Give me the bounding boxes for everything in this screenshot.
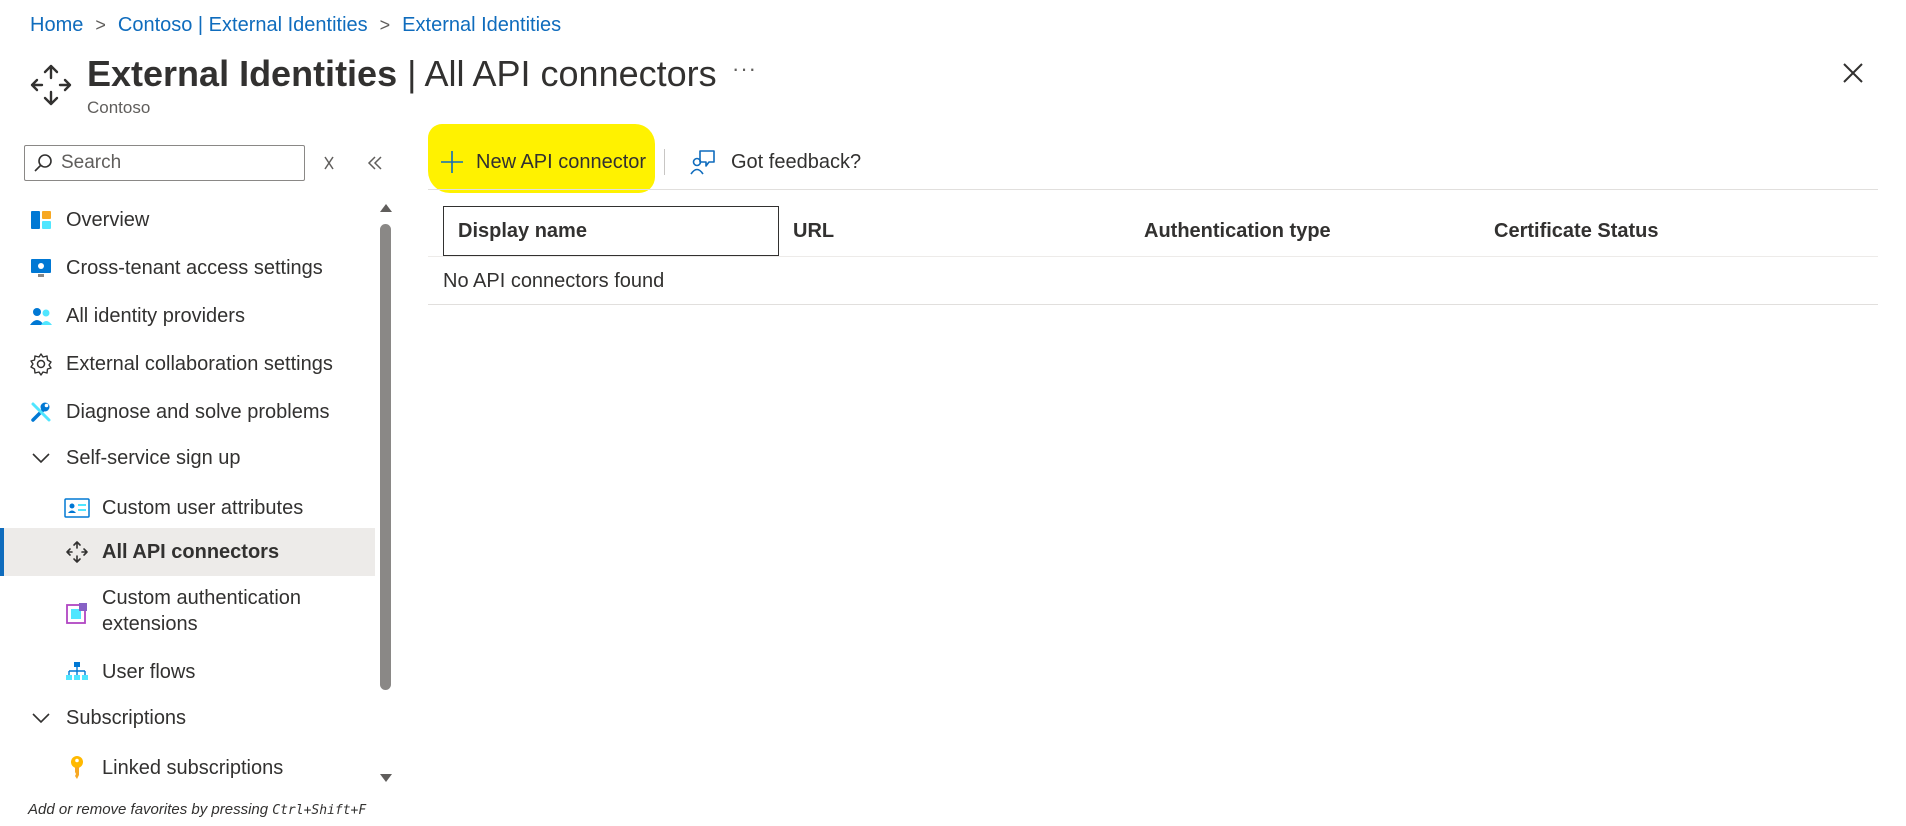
sidebar-item-label: Self-service sign up [66, 446, 241, 469]
overview-icon [28, 207, 54, 233]
sidebar-item-label: Subscriptions [66, 706, 187, 729]
sidebar-item-external-collaboration-settings[interactable]: External collaboration settings [0, 344, 375, 384]
breadcrumb: Home > Contoso | External Identities > E… [30, 10, 561, 40]
sidebar-group-subscriptions[interactable]: Subscriptions [0, 698, 375, 738]
favorites-hint-text: Add or remove favorites by pressing [28, 801, 273, 818]
sidebar-item-label: All identity providers [66, 304, 245, 327]
chevron-down-icon [28, 705, 54, 731]
extension-icon [64, 600, 90, 626]
plus-icon [441, 151, 463, 173]
feedback-icon [690, 150, 715, 175]
toolbar-divider [664, 149, 665, 175]
page-title-rest: | All API connectors [397, 53, 717, 94]
sidebar-item-label: Diagnose and solve problems [66, 400, 330, 423]
sidebar-item-custom-user-attributes[interactable]: Custom user attributes [0, 488, 375, 528]
sidebar-scrollbar[interactable] [378, 200, 394, 788]
id-card-icon [64, 495, 90, 521]
empty-table-message: No API connectors found [443, 270, 665, 292]
api-connector-icon [64, 539, 90, 565]
favorites-hint-shortcut: Ctrl+Shift+F [272, 803, 367, 818]
new-api-connector-label: New API connector [476, 150, 647, 173]
page-subtitle: Contoso [87, 98, 151, 117]
page-title-bold: External Identities [87, 53, 398, 94]
sidebar-item-user-flows[interactable]: User flows [0, 652, 375, 692]
sidebar-item-label: Custom user attributes [102, 496, 304, 519]
sidebar-item-label: All API connectors [102, 540, 280, 563]
breadcrumb-contoso-external-identities[interactable]: Contoso | External Identities [118, 14, 368, 37]
users-icon [28, 303, 54, 329]
chevron-right-icon: > [95, 14, 106, 35]
monitor-icon [28, 255, 54, 281]
chevron-down-icon [28, 445, 54, 471]
gear-icon [28, 351, 54, 377]
sidebar-item-overview[interactable]: Overview [0, 200, 375, 240]
sidebar-item-label: User flows [102, 660, 196, 683]
scrollbar-thumb[interactable] [380, 224, 391, 690]
sidebar-item-cross-tenant-access[interactable]: Cross-tenant access settings [0, 248, 375, 288]
sidebar-item-label-line1: Custom authentication [102, 587, 302, 609]
wrench-icon [28, 399, 54, 425]
key-icon [64, 755, 90, 781]
search-input[interactable] [61, 152, 291, 174]
api-connector-icon [30, 64, 72, 106]
favorites-hint: Add or remove favorites by pressing Ctrl… [28, 801, 366, 818]
column-header-authentication-type[interactable]: Authentication type [1144, 206, 1331, 256]
sidebar-item-label: External collaboration settings [66, 352, 333, 375]
column-header-certificate-status[interactable]: Certificate Status [1494, 206, 1659, 256]
scroll-down-arrow-icon[interactable] [378, 770, 394, 786]
new-api-connector-button[interactable]: New API connector [440, 146, 646, 178]
breadcrumb-home[interactable]: Home [30, 14, 83, 37]
search-icon [34, 154, 52, 172]
toolbar-divider-line [428, 189, 1878, 190]
sidebar-item-label: Overview [66, 208, 150, 231]
sidebar-item-label: Cross-tenant access settings [66, 256, 323, 279]
sidebar-item-label-line2: extensions [102, 613, 198, 635]
breadcrumb-external-identities[interactable]: External Identities [402, 14, 561, 37]
page-title: External Identities | All API connectors [87, 50, 717, 98]
sidebar-item-label: Custom authentication extensions [102, 585, 301, 637]
column-header-url[interactable]: URL [793, 206, 834, 256]
chevron-right-icon: > [379, 14, 391, 35]
scroll-up-arrow-icon[interactable] [378, 200, 394, 216]
sidebar-item-custom-authentication-extensions[interactable]: Custom authentication extensions [0, 582, 375, 644]
collapse-sidebar-icon[interactable] [364, 152, 386, 174]
sidebar-item-all-api-connectors[interactable]: All API connectors [0, 528, 375, 576]
search-field[interactable] [24, 145, 305, 181]
got-feedback-button[interactable]: Got feedback? [689, 146, 861, 178]
sidebar-item-all-identity-providers[interactable]: All identity providers [0, 296, 375, 336]
user-flows-icon [64, 659, 90, 685]
more-options-button[interactable]: ··· [732, 56, 757, 82]
sidebar-item-label: Linked subscriptions [102, 756, 284, 779]
got-feedback-label: Got feedback? [731, 150, 862, 173]
clear-search-icon[interactable] [318, 152, 340, 174]
column-header-display-name[interactable]: Display name [443, 206, 779, 256]
close-icon[interactable] [1838, 58, 1868, 88]
table-header-divider [428, 256, 1878, 257]
sidebar-item-linked-subscriptions[interactable]: Linked subscriptions [0, 748, 375, 788]
sidebar-item-diagnose-and-solve[interactable]: Diagnose and solve problems [0, 392, 375, 432]
sidebar-group-self-service-sign-up[interactable]: Self-service sign up [0, 438, 375, 478]
table-row-divider [428, 304, 1878, 305]
